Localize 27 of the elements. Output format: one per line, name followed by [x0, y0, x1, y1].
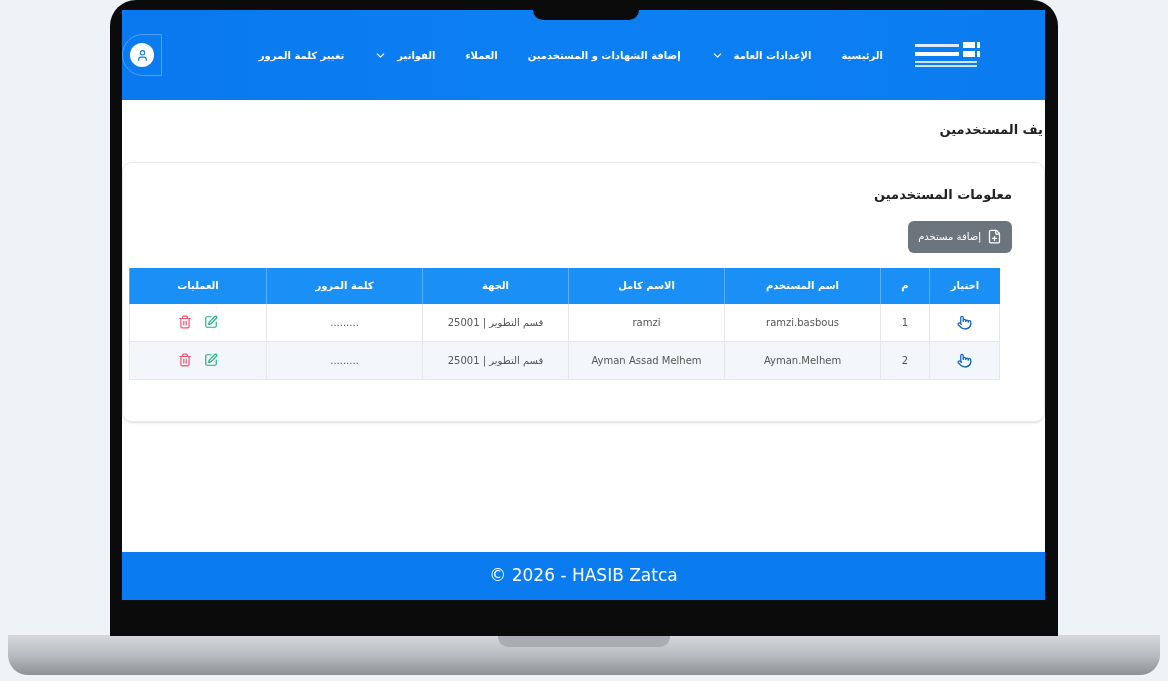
table-cell: ......... — [266, 341, 422, 379]
table-cell: Ayman.Melhem — [724, 341, 880, 379]
column-header: م — [880, 267, 929, 304]
column-header: الاسم كامل — [568, 267, 724, 304]
card-title: معلومات المستخدمين — [873, 186, 1012, 204]
nav-link[interactable]: الرئيسية — [841, 47, 883, 63]
column-header: العمليات — [129, 267, 266, 304]
page-title: يف المستخدمين — [938, 121, 1044, 139]
nav-link[interactable]: تغيير كلمة المرور — [258, 47, 345, 63]
column-header: الجهة — [422, 267, 568, 304]
nav-link[interactable]: العملاء — [465, 47, 498, 63]
nav-link[interactable]: الإعدادات العامة — [710, 47, 812, 63]
column-header: اسم المستخدم — [724, 267, 880, 304]
copyright-text: © 2026 - HASIB Zatca — [489, 564, 678, 588]
table-cell: ramzi — [568, 303, 724, 341]
table-cell: قسم التطوير | 25001 — [422, 341, 568, 379]
table-cell: قسم التطوير | 25001 — [422, 303, 568, 341]
table-cell: 2 — [880, 341, 929, 379]
table-cell: ......... — [266, 303, 422, 341]
add-user-button[interactable]: إضافة مستخدم — [908, 220, 1012, 253]
column-header: اختيار — [929, 267, 1000, 304]
table-cell: ramzi.basbous — [724, 303, 880, 341]
nav-link[interactable]: إضافة الشهادات و المستخدمين — [527, 47, 681, 63]
nav-link[interactable]: الفواتير — [374, 47, 436, 63]
table-cell: Ayman Assad Melhem — [568, 341, 724, 379]
table-cell: 1 — [880, 303, 929, 341]
column-header: كلمة المرور — [266, 267, 422, 304]
